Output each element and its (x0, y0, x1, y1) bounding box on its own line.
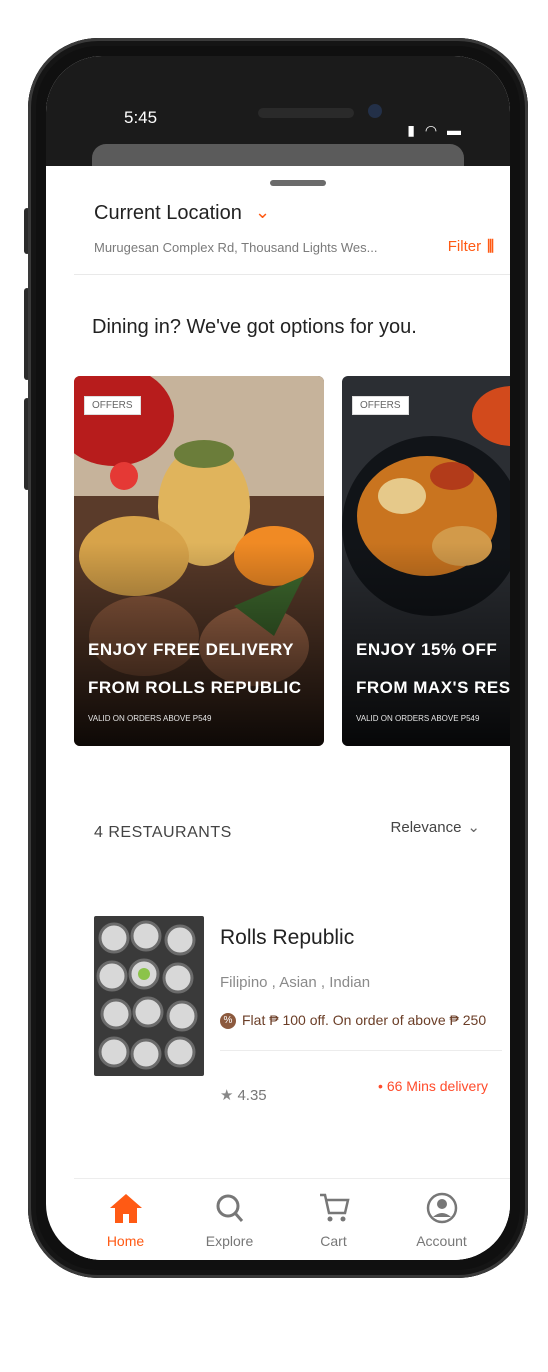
current-location-title[interactable]: Current Location (94, 202, 242, 225)
restaurant-offer-text: Flat ₱ 100 off. On order of above ₱ 250 (242, 1012, 487, 1028)
offer-headline: ENJOY 15% OFF (356, 640, 498, 659)
tab-cart[interactable]: Cart (290, 1179, 377, 1260)
restaurant-cuisine: Filipino , Asian , Indian (220, 974, 371, 991)
notch-camera (368, 104, 382, 118)
offer-badge: OFFERS (352, 396, 409, 415)
sushi-image (94, 916, 204, 1076)
offer-headline: FROM MAX'S RESTAUR (356, 678, 510, 697)
phone-frame: 5:45 ▮ ◠ ▬ Current Location ⌄ Murugesan … (24, 38, 528, 1278)
sort-label: Relevance (390, 819, 462, 836)
offer-headline: FROM ROLLS REPUBLIC (88, 678, 302, 697)
location-address[interactable]: Murugesan Complex Rd, Thousand Lights We… (94, 240, 424, 255)
offer-badge: OFFERS (84, 396, 141, 415)
bottom-tab-bar: Home Explore Cart Account (74, 1178, 510, 1260)
tab-account[interactable]: Account (398, 1179, 485, 1260)
restaurant-name[interactable]: Rolls Republic (220, 926, 354, 950)
cart-icon (314, 1191, 354, 1225)
filter-button[interactable]: Filter ⫼ (448, 238, 494, 255)
tab-label: Cart (320, 1233, 347, 1249)
tab-explore[interactable]: Explore (186, 1179, 273, 1260)
tab-label: Account (416, 1233, 467, 1249)
tab-label: Home (106, 1233, 145, 1249)
sort-dropdown[interactable]: Relevance ⌄ (391, 818, 480, 836)
main-sheet[interactable]: Current Location ⌄ Murugesan Complex Rd,… (74, 166, 510, 1260)
delivery-time: • 66 Mins delivery (378, 1078, 488, 1094)
filter-icon: ⫼ (487, 238, 494, 255)
offer-note: VALID ON ORDERS ABOVE P549 (356, 714, 480, 723)
phone-screen: 5:45 ▮ ◠ ▬ Current Location ⌄ Murugesan … (46, 56, 510, 1260)
offer-headline: ENJOY FREE DELIVERY (88, 640, 294, 659)
restaurant-count: 4 RESTAURANTS (94, 824, 232, 841)
offer-card[interactable]: OFFERS ENJOY 15% OFF FROM MAX'S RESTAUR … (342, 376, 510, 746)
search-icon (210, 1191, 250, 1225)
discount-badge-icon: % (220, 1013, 236, 1030)
divider (220, 1050, 502, 1051)
tab-label: Explore (205, 1233, 254, 1249)
filter-label: Filter (447, 238, 482, 255)
rating-value: 4.35 (237, 1087, 267, 1104)
divider (74, 274, 510, 275)
restaurant-rating: ★ 4.35 (220, 1086, 267, 1104)
status-time: 5:45 (124, 108, 158, 127)
chevron-down-icon[interactable]: ⌄ (255, 202, 270, 223)
tab-home[interactable]: Home (82, 1179, 169, 1260)
offer-card[interactable]: OFFERS ENJOY FREE DELIVERY FROM ROLLS RE… (74, 376, 324, 746)
drag-handle[interactable] (270, 180, 326, 186)
dining-section-title: Dining in? We've got options for you. (92, 316, 417, 338)
restaurant-image[interactable] (94, 916, 204, 1076)
home-icon (106, 1191, 146, 1225)
offers-carousel[interactable]: OFFERS ENJOY FREE DELIVERY FROM ROLLS RE… (74, 376, 510, 746)
notch-speaker (258, 108, 354, 118)
restaurant-offer: % Flat ₱ 100 off. On order of above ₱ 250 (220, 1012, 487, 1030)
account-icon (422, 1191, 462, 1225)
chevron-down-icon: ⌄ (467, 819, 480, 836)
signal-wifi-battery-icons: ▮ ◠ ▬ (407, 122, 464, 138)
star-icon: ★ (220, 1087, 234, 1104)
offer-note: VALID ON ORDERS ABOVE P549 (88, 714, 212, 723)
